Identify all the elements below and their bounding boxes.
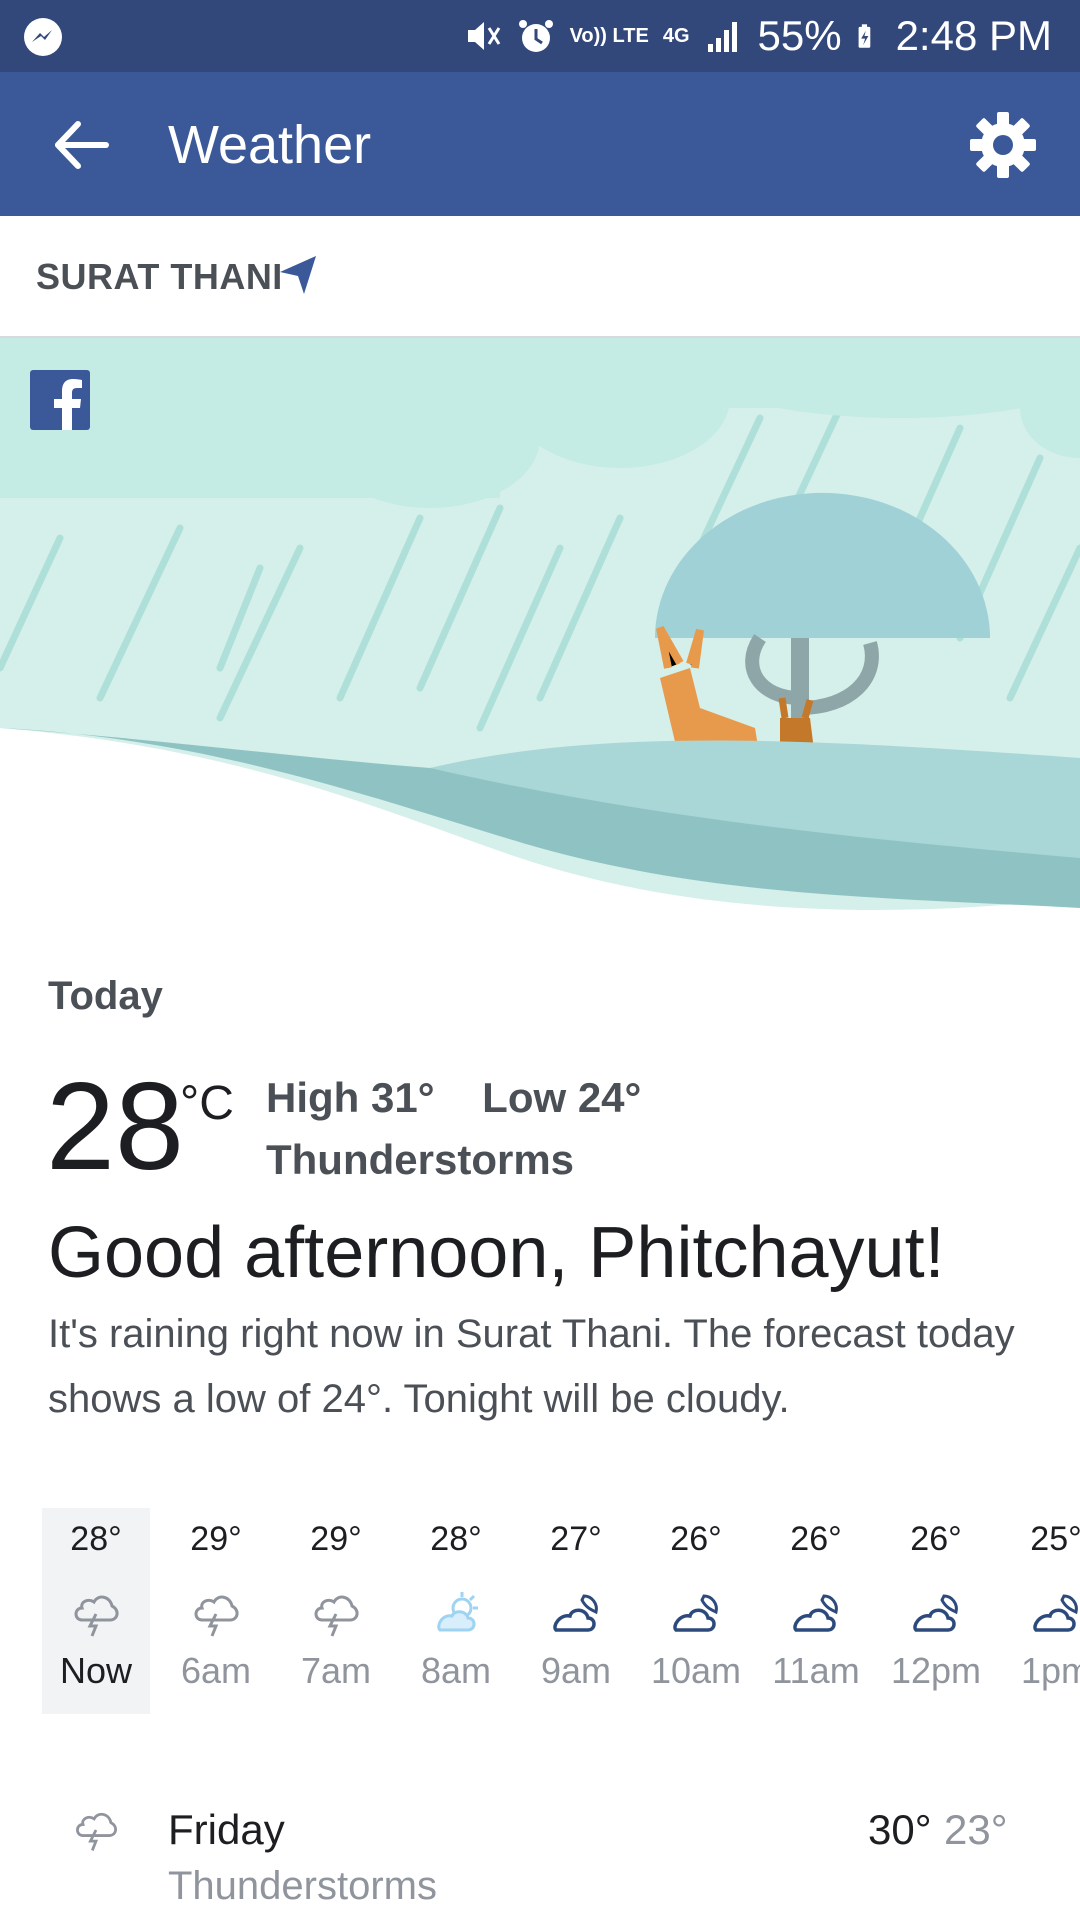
cloudy-night-icon (1033, 1594, 1078, 1632)
hour-temp: 29° (310, 1520, 362, 1558)
hour-label: Now (59, 1650, 133, 1691)
hour-temp: 26° (790, 1520, 842, 1558)
volte-icon: Vo)) LTE (569, 25, 649, 47)
cloudy-night-icon (913, 1594, 958, 1632)
hour-temp: 25° (1030, 1520, 1080, 1558)
hour-item[interactable]: 26° 10am (642, 1508, 750, 1714)
current-temperature: 28 (46, 1058, 184, 1196)
alarm-icon (518, 20, 553, 52)
high-temp: High 31° (266, 1074, 435, 1121)
location-name: SURAT THANI (36, 256, 283, 297)
partly-sunny-icon (437, 1592, 478, 1632)
hourly-forecast[interactable]: 28° Now 29° 6am 29° 7am 28° 8am 27° 9am … (42, 1508, 1080, 1714)
current-condition: Thunderstorms (266, 1136, 575, 1183)
clock: 2:48 PM (895, 12, 1052, 59)
hour-label: 7am (300, 1650, 372, 1691)
thunderstorm-icon (74, 1595, 119, 1637)
hour-label: 6am (180, 1650, 252, 1691)
app-bar: Weather (0, 72, 1080, 216)
day-name: Friday (168, 1806, 285, 1853)
battery-charging-icon (858, 24, 870, 48)
hour-item[interactable]: 29° 7am (282, 1508, 390, 1714)
today-heading: Today (48, 974, 163, 1018)
cloudy-night-icon (793, 1594, 838, 1632)
network-type: 4G (662, 25, 690, 47)
location-arrow-icon (280, 256, 316, 294)
hour-item[interactable]: 26° 11am (762, 1508, 870, 1714)
greeting: Good afternoon, Phitchayut! (48, 1213, 945, 1293)
arrow-left-icon[interactable] (50, 114, 112, 176)
day-low: 23° (944, 1806, 1008, 1853)
location-bar[interactable]: SURAT THANI (0, 216, 1080, 338)
day-high: 30° (868, 1806, 932, 1853)
hour-temp: 27° (550, 1520, 602, 1558)
hour-label: 1pm (1020, 1650, 1080, 1691)
hour-item[interactable]: 26° 12pm (882, 1508, 990, 1714)
forecast-summary: It's raining right now in Surat Thani. T… (48, 1312, 1015, 1421)
mute-icon (467, 22, 500, 50)
hour-item[interactable]: 25° 1pm (1002, 1508, 1080, 1714)
facebook-logo-icon (30, 370, 90, 430)
hour-label: 8am (420, 1650, 492, 1691)
thunderstorm-icon (314, 1595, 359, 1637)
day-condition: Thunderstorms (168, 1864, 437, 1908)
hour-item[interactable]: 28° Now (42, 1508, 150, 1714)
hour-label: 9am (540, 1650, 612, 1691)
battery-percent: 55% (757, 12, 842, 59)
hour-temp: 29° (190, 1520, 242, 1558)
low-temp: Low 24° (482, 1074, 642, 1121)
hour-item[interactable]: 28° 8am (402, 1508, 510, 1714)
high-low: High 31° Low 24° (266, 1074, 641, 1122)
signal-icon (707, 22, 737, 52)
hour-temp: 28° (430, 1520, 482, 1558)
hour-temp: 26° (910, 1520, 962, 1558)
hour-item[interactable]: 29° 6am (162, 1508, 270, 1714)
hour-temp: 28° (70, 1520, 122, 1558)
daily-forecast-row[interactable]: Friday Thunderstorms 30° 23° (0, 1800, 1080, 1920)
status-bar: Vo)) LTE 4G 55% 2:48 PM (0, 0, 1080, 72)
page-title: Weather (168, 115, 372, 175)
cloudy-night-icon (553, 1594, 598, 1632)
hour-label: 11am (772, 1650, 860, 1691)
weather-illustration (0, 338, 1080, 938)
hour-label: 10am (650, 1650, 742, 1691)
messenger-icon (24, 18, 62, 56)
cloudy-night-icon (673, 1594, 718, 1632)
gear-icon[interactable] (968, 110, 1038, 180)
thunderstorm-icon (76, 1812, 117, 1851)
hour-temp: 26° (670, 1520, 722, 1558)
thunderstorm-icon (194, 1595, 239, 1637)
temperature-unit: °C (180, 1077, 234, 1130)
hour-label: 12pm (890, 1650, 982, 1691)
hour-item[interactable]: 27° 9am (522, 1508, 630, 1714)
